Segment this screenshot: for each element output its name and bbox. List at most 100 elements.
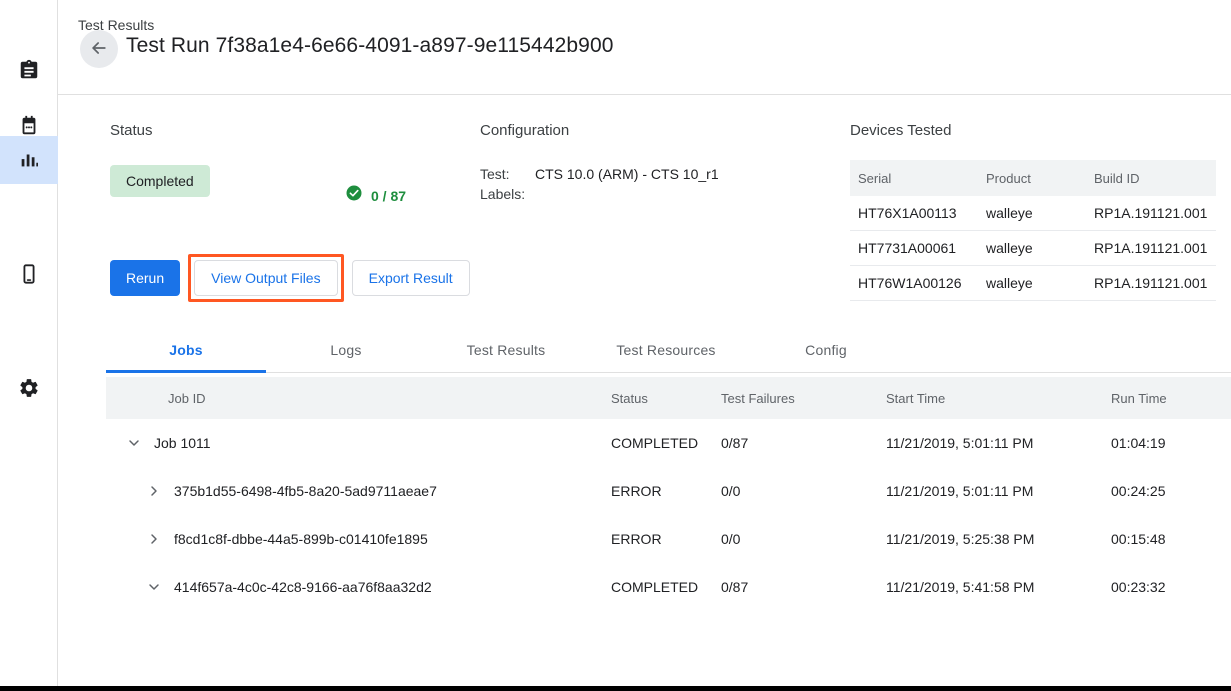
failure-count-text: 0 / 87 [371,188,406,204]
job-test-failures: 0/87 [721,435,886,451]
rerun-button[interactable]: Rerun [110,260,180,296]
sidebar-item-settings[interactable] [0,362,58,414]
arrow-left-icon [89,38,109,61]
app-root: Test Results Test Run 7f38a1e4-6e66-4091… [0,0,1231,691]
table-row[interactable]: Job 1011 COMPLETED 0/87 11/21/2019, 5:01… [106,419,1231,467]
chevron-down-icon[interactable] [126,435,154,451]
job-id-text: 375b1d55-6498-4fb5-8a20-5ad9711aeae7 [174,483,437,499]
device-product: walleye [978,231,1086,266]
job-id-text: Job 1011 [154,435,211,451]
device-serial: HT76X1A00113 [850,196,978,231]
jobs-col-run-time: Run Time [1111,391,1231,406]
calendar-icon [18,115,40,137]
device-serial: HT76W1A00126 [850,266,978,301]
job-start-time: 11/21/2019, 5:41:58 PM [886,579,1111,595]
tab-test-resources[interactable]: Test Resources [586,326,746,373]
configuration-section: Configuration Test: CTS 10.0 (ARM) - CTS… [480,122,870,204]
chevron-right-icon[interactable] [146,483,174,499]
job-run-time: 00:24:25 [1111,483,1231,499]
job-id-cell: Job 1011 [106,435,611,451]
table-row: HT76W1A00126 walleye RP1A.191121.001 [850,266,1216,301]
device-serial: HT7731A00061 [850,231,978,266]
jobs-table: Job ID Status Test Failures Start Time R… [106,377,1231,611]
chevron-right-icon[interactable] [146,531,174,547]
devices-col-build: Build ID [1086,160,1216,196]
job-id-cell: 375b1d55-6498-4fb5-8a20-5ad9711aeae7 [106,483,611,499]
job-start-time: 11/21/2019, 5:01:11 PM [886,435,1111,451]
config-key: Labels: [480,184,535,204]
job-status: ERROR [611,531,721,547]
device-build: RP1A.191121.001 [1086,266,1216,301]
sidebar-item-test-suites[interactable] [0,44,58,96]
jobs-table-header-row: Job ID Status Test Failures Start Time R… [106,377,1231,419]
device-build: RP1A.191121.001 [1086,231,1216,266]
table-row[interactable]: 414f657a-4c0c-42c8-9166-aa76f8aa32d2 COM… [106,563,1231,611]
job-run-time: 00:15:48 [1111,531,1231,547]
tab-jobs[interactable]: Jobs [106,326,266,373]
table-row: HT76X1A00113 walleye RP1A.191121.001 [850,196,1216,231]
page-title: Test Run 7f38a1e4-6e66-4091-a897-9e11544… [126,34,614,58]
job-status: COMPLETED [611,435,721,451]
sidebar-item-test-results[interactable] [0,136,58,184]
tab-test-results[interactable]: Test Results [426,326,586,373]
config-row-test: Test: CTS 10.0 (ARM) - CTS 10_r1 [480,164,870,184]
devices-table: Serial Product Build ID HT76X1A00113 wal… [850,160,1216,301]
tab-bar: Jobs Logs Test Results Test Resources Co… [106,326,1231,373]
left-rail [0,0,58,686]
table-row: HT7731A00061 walleye RP1A.191121.001 [850,231,1216,266]
bottom-bar [0,686,1231,691]
devices-section: Devices Tested Serial Product Build ID H… [850,122,1216,301]
job-test-failures: 0/0 [721,483,886,499]
status-section-title: Status [110,122,480,139]
export-result-button[interactable]: Export Result [352,260,470,296]
chevron-down-icon[interactable] [146,579,174,595]
gear-icon [18,377,40,399]
tab-logs[interactable]: Logs [266,326,426,373]
job-id-text: f8cd1c8f-dbbe-44a5-899b-c01410fe1895 [174,531,428,547]
job-test-failures: 0/87 [721,579,886,595]
table-row[interactable]: 375b1d55-6498-4fb5-8a20-5ad9711aeae7 ERR… [106,467,1231,515]
job-start-time: 11/21/2019, 5:01:11 PM [886,483,1111,499]
page-header: Test Results Test Run 7f38a1e4-6e66-4091… [58,0,1231,95]
job-start-time: 11/21/2019, 5:25:38 PM [886,531,1111,547]
tab-config[interactable]: Config [746,326,906,373]
device-product: walleye [978,266,1086,301]
check-circle-icon [345,184,363,207]
devices-section-title: Devices Tested [850,122,1216,139]
job-id-cell: 414f657a-4c0c-42c8-9166-aa76f8aa32d2 [106,579,611,595]
status-section: Status Completed 0 / 87 [110,122,480,197]
device-product: walleye [978,196,1086,231]
config-row-labels: Labels: [480,184,870,204]
clipboard-icon [18,59,40,81]
job-status: COMPLETED [611,579,721,595]
breadcrumb[interactable]: Test Results [78,17,154,33]
table-row[interactable]: f8cd1c8f-dbbe-44a5-899b-c01410fe1895 ERR… [106,515,1231,563]
content-area: Status Completed 0 / 87 Configuration Te… [58,96,1231,686]
jobs-col-status: Status [611,391,721,406]
job-test-failures: 0/0 [721,531,886,547]
configuration-section-title: Configuration [480,122,870,139]
phone-icon [18,263,40,285]
devices-table-header-row: Serial Product Build ID [850,160,1216,196]
device-build: RP1A.191121.001 [1086,196,1216,231]
status-badge: Completed [110,165,210,197]
job-run-time: 00:23:32 [1111,579,1231,595]
devices-col-product: Product [978,160,1086,196]
config-key: Test: [480,164,535,184]
sidebar-item-devices[interactable] [0,248,58,300]
back-button[interactable] [80,30,118,68]
devices-col-serial: Serial [850,160,978,196]
highlight-box-view-output-files: View Output Files [188,254,343,302]
job-id-text: 414f657a-4c0c-42c8-9166-aa76f8aa32d2 [174,579,432,595]
job-id-cell: f8cd1c8f-dbbe-44a5-899b-c01410fe1895 [106,531,611,547]
jobs-col-job-id: Job ID [106,391,611,406]
view-output-files-button[interactable]: View Output Files [194,260,337,296]
jobs-col-test-failures: Test Failures [721,391,886,406]
action-buttons: Rerun View Output Files Export Result [110,254,470,302]
bar-chart-icon [18,149,40,171]
jobs-col-start-time: Start Time [886,391,1111,406]
job-run-time: 01:04:19 [1111,435,1231,451]
job-status: ERROR [611,483,721,499]
config-value: CTS 10.0 (ARM) - CTS 10_r1 [535,164,719,184]
failure-count: 0 / 87 [345,184,406,207]
